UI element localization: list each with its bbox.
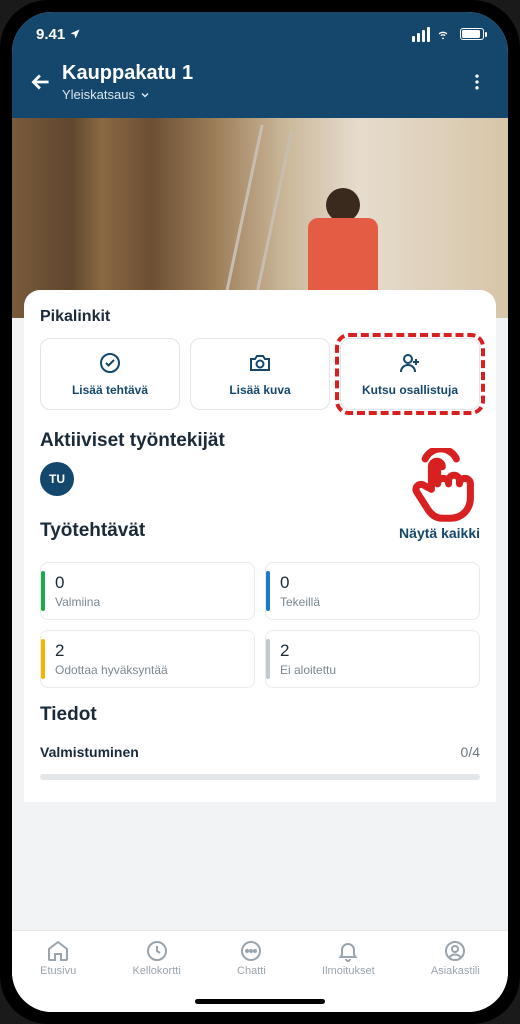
tasks-heading: Työtehtävät [40,520,145,542]
task-card-pending[interactable]: 2 Odottaa hyväksyntää [40,630,255,688]
task-label: Tekeillä [280,595,469,609]
task-card-done[interactable]: 0 Valmiina [40,562,255,620]
progress-bar [40,774,480,780]
status-time: 9.41 [36,26,65,43]
completion-value: 0/4 [461,744,480,760]
tab-label: Ilmoitukset [322,965,375,977]
quicklink-add-task[interactable]: Lisää tehtävä [40,338,180,410]
tab-timecard[interactable]: Kellokortti [132,939,180,977]
tab-notifications[interactable]: Ilmoitukset [322,939,375,977]
tap-hand-annotation [408,448,486,526]
page-subtitle: Yleiskatsaus [62,87,135,102]
battery-icon [460,28,484,40]
tab-label: Kellokortti [132,965,180,977]
clock-icon [145,939,169,963]
home-indicator[interactable] [195,999,325,1004]
camera-icon [248,351,272,375]
tab-label: Etusivu [40,965,76,977]
show-all-link[interactable]: Näytä kaikki [399,525,480,541]
arrow-left-icon [28,69,54,95]
tab-bar: Etusivu Kellokortti Chatti Ilmoitukset A… [12,930,508,1012]
chat-icon [239,939,263,963]
chevron-down-icon [139,89,151,101]
more-vertical-icon [467,72,487,92]
task-count: 0 [280,573,469,593]
status-bar: 9.41 [12,12,508,56]
tab-account[interactable]: Asiakastili [431,939,480,977]
task-label: Odottaa hyväksyntää [55,663,244,677]
check-circle-icon [98,351,122,375]
task-count: 0 [55,573,244,593]
tab-chat[interactable]: Chatti [237,939,266,977]
home-icon [46,939,70,963]
location-icon [69,28,81,40]
page-title: Kauppakatu 1 [62,62,462,85]
details-heading: Tiedot [40,704,480,726]
highlight-annotation [335,333,485,415]
quicklink-label: Lisää tehtävä [72,383,148,397]
task-card-inprogress[interactable]: 0 Tekeillä [265,562,480,620]
title-block[interactable]: Kauppakatu 1 Yleiskatsaus [58,62,462,102]
quicklinks-heading: Pikalinkit [40,308,480,326]
tab-label: Chatti [237,965,266,977]
tab-home[interactable]: Etusivu [40,939,76,977]
bell-icon [336,939,360,963]
completion-row[interactable]: Valmistuminen 0/4 [40,736,480,774]
task-card-notstarted[interactable]: 2 Ei aloitettu [265,630,480,688]
task-count: 2 [55,641,244,661]
quicklink-label: Lisää kuva [229,383,290,397]
task-label: Ei aloitettu [280,663,469,677]
wifi-icon [434,27,452,41]
more-button[interactable] [462,72,492,92]
task-count: 2 [280,641,469,661]
hero-image [12,118,508,318]
signal-icon [412,27,430,42]
quicklink-add-photo[interactable]: Lisää kuva [190,338,330,410]
completion-label: Valmistuminen [40,744,139,760]
worker-avatar[interactable]: TU [40,462,74,496]
tab-label: Asiakastili [431,965,480,977]
task-label: Valmiina [55,595,244,609]
back-button[interactable] [24,65,58,99]
quicklink-invite[interactable]: Kutsu osallistuja [340,338,480,410]
user-circle-icon [443,939,467,963]
